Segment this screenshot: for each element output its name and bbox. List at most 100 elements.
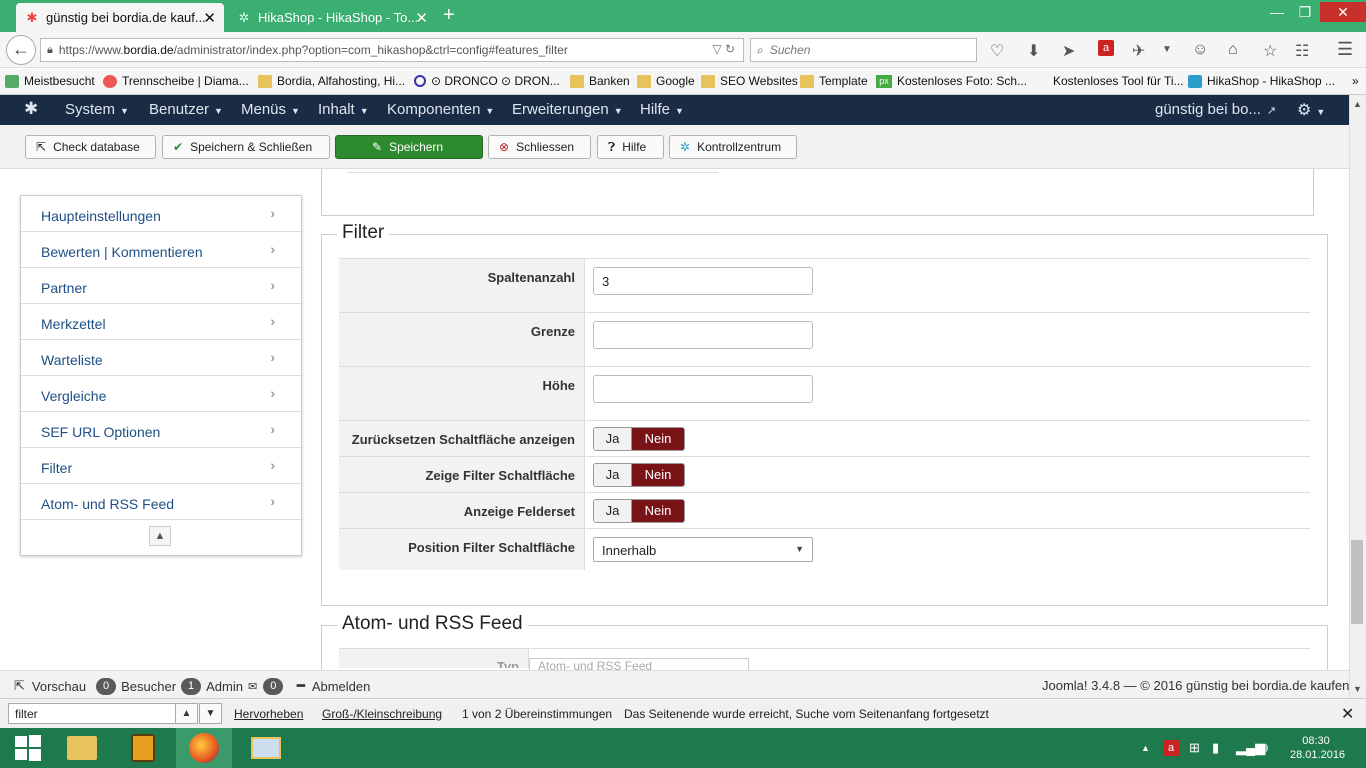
- menu-hilfe[interactable]: Hilfe ▼: [640, 101, 684, 118]
- scroll-down-arrow-icon[interactable]: ▼: [1353, 684, 1362, 694]
- bookmark-item[interactable]: px Kostenloses Foto: Sch...: [876, 74, 1027, 88]
- scroll-top-icon[interactable]: ▲: [149, 526, 171, 546]
- logout-link[interactable]: ━ Abmelden: [297, 678, 370, 694]
- send-icon[interactable]: ➤: [1062, 41, 1075, 61]
- menu-system[interactable]: System ▼: [65, 101, 129, 118]
- bookmark-item[interactable]: Template: [800, 74, 868, 88]
- minimize-icon[interactable]: —: [1262, 2, 1292, 22]
- folder-icon: [701, 74, 715, 88]
- match-case-toggle[interactable]: Groß-/Kleinschreibung: [322, 707, 442, 721]
- show-button-no-button[interactable]: Nein: [632, 464, 684, 486]
- joomla-logo-icon[interactable]: ✱: [24, 99, 38, 119]
- window-close-icon[interactable]: ✕: [1320, 2, 1366, 22]
- control-panel-button[interactable]: ✲ Kontrollzentrum: [669, 135, 797, 159]
- home-icon[interactable]: ⌂: [1228, 41, 1238, 59]
- divider: [347, 169, 718, 173]
- limit-input[interactable]: [593, 321, 813, 349]
- search-input[interactable]: ⌕ Suchen: [750, 38, 977, 62]
- sidebar-item-filter[interactable]: Filter ›: [21, 448, 301, 484]
- messages-status[interactable]: ✉ 0: [248, 678, 288, 695]
- bookmark-item[interactable]: Kostenloses Tool für Ti...: [1034, 74, 1184, 88]
- find-next-icon[interactable]: ▼: [199, 703, 222, 724]
- new-tab-icon[interactable]: +: [443, 4, 455, 27]
- reload-icon[interactable]: ▽ ↻: [712, 42, 735, 56]
- menu-inhalt[interactable]: Inhalt ▼: [318, 101, 369, 118]
- sidebar-item-rss[interactable]: Atom- und RSS Feed ›: [21, 484, 301, 520]
- find-input[interactable]: filter: [8, 703, 176, 724]
- remote-desktop-icon[interactable]: [238, 728, 294, 768]
- bookmark-item[interactable]: Google: [637, 74, 695, 88]
- taskbar-clock[interactable]: 08:30 28.01.2016: [1290, 734, 1345, 762]
- preview-link[interactable]: ⇱ Vorschau: [14, 678, 86, 694]
- sidebar-item-sef[interactable]: SEF URL Optionen ›: [21, 412, 301, 448]
- reset-no-button[interactable]: Nein: [632, 428, 684, 450]
- show-button-yes-button[interactable]: Ja: [594, 464, 632, 486]
- bookmark-item[interactable]: ⊙ DRONCO ⊙ DRON...: [414, 74, 560, 88]
- help-button[interactable]: ❓︎ Hilfe: [597, 135, 664, 159]
- height-input[interactable]: [593, 375, 813, 403]
- tab-bordia[interactable]: ✱ günstig bei bordia.de kauf... ✕: [16, 3, 224, 32]
- url-bar[interactable]: 🔒︎ https://www. bordia.de/administrator/i…: [40, 38, 744, 62]
- menu-komponenten[interactable]: Komponenten ▼: [387, 101, 494, 118]
- speaker-icon[interactable]: 🔊︎: [1260, 740, 1268, 756]
- close-button[interactable]: ⊗ Schliessen: [488, 135, 591, 159]
- pdf-tray-icon[interactable]: a: [1163, 740, 1179, 756]
- fieldset-yes-button[interactable]: Ja: [594, 500, 632, 522]
- find-previous-icon[interactable]: ▲: [175, 703, 198, 724]
- battery-icon[interactable]: ▮: [1212, 740, 1219, 756]
- scroll-up-arrow-icon[interactable]: ▲: [1353, 99, 1362, 109]
- sidebar-item-merkzettel[interactable]: Merkzettel ›: [21, 304, 301, 340]
- save-close-button[interactable]: ✔ Speichern & Schließen: [162, 135, 330, 159]
- pocket-icon[interactable]: ♡: [990, 41, 1004, 61]
- caret-down-icon: ▼: [120, 106, 129, 116]
- check-database-button[interactable]: ⇱ Check database: [25, 135, 156, 159]
- rss-type-select[interactable]: Atom- und RSS Feed: [529, 658, 749, 670]
- windows-start-icon[interactable]: [0, 728, 56, 768]
- menu-menus[interactable]: Menüs ▼: [241, 101, 300, 118]
- chevron-right-icon[interactable]: »: [1352, 74, 1359, 88]
- gear-icon[interactable]: ⚙ ▼: [1297, 100, 1325, 120]
- bookmark-item[interactable]: HikaShop - HikaShop ...: [1188, 74, 1335, 88]
- download-icon[interactable]: ⬇: [1027, 41, 1040, 61]
- bookmark-item[interactable]: Trennscheibe | Diama...: [103, 74, 249, 88]
- bookmark-item[interactable]: Meistbesucht: [5, 74, 95, 88]
- sidebar-item-vergleiche[interactable]: Vergleiche ›: [21, 376, 301, 412]
- highlight-toggle[interactable]: Hervorheben: [234, 707, 303, 721]
- columns-input[interactable]: 3: [593, 267, 813, 295]
- position-select[interactable]: Innerhalb ▼: [593, 537, 813, 562]
- menu-erweiterungen[interactable]: Erweiterungen ▼: [512, 101, 623, 118]
- site-link[interactable]: günstig bei bo... ↗: [1155, 101, 1276, 118]
- reset-label: Zurücksetzen Schaltfläche anzeigen: [339, 421, 585, 456]
- limit-label: Grenze: [339, 313, 585, 366]
- close-icon[interactable]: ✕: [203, 9, 216, 27]
- bookmark-item[interactable]: Bordia, Alfahosting, Hi...: [258, 74, 405, 88]
- notes-app-icon[interactable]: [115, 728, 171, 768]
- back-arrow-icon[interactable]: ←: [6, 35, 36, 65]
- pdf-icon[interactable]: a: [1098, 40, 1114, 56]
- chevron-down-icon[interactable]: ▼: [1162, 44, 1172, 55]
- save-button[interactable]: ✎ Speichern: [335, 135, 483, 159]
- menu-benutzer[interactable]: Benutzer ▼: [149, 101, 223, 118]
- scrollbar-thumb[interactable]: [1351, 540, 1363, 624]
- star-icon[interactable]: ☆: [1263, 41, 1277, 61]
- tab-hikashop[interactable]: ✲ HikaShop - HikaShop - To... ✕: [228, 3, 436, 32]
- firefox-icon[interactable]: [176, 728, 232, 768]
- maximize-icon[interactable]: ❐: [1290, 2, 1320, 22]
- reading-list-icon[interactable]: ☷: [1295, 41, 1309, 61]
- fieldset-no-button[interactable]: Nein: [632, 500, 684, 522]
- windows-icon[interactable]: ⊞: [1189, 740, 1200, 756]
- close-icon[interactable]: ✕: [415, 9, 428, 27]
- bookmark-item[interactable]: Banken: [570, 74, 630, 88]
- file-explorer-icon[interactable]: [54, 728, 110, 768]
- sidebar-item-haupteinstellungen[interactable]: Haupteinstellungen ›: [21, 196, 301, 232]
- sidebar-item-warteliste[interactable]: Warteliste ›: [21, 340, 301, 376]
- menu-icon[interactable]: ☰: [1337, 39, 1353, 60]
- chat-icon[interactable]: ☺: [1192, 41, 1208, 59]
- sidebar-item-bewerten[interactable]: Bewerten | Kommentieren ›: [21, 232, 301, 268]
- bookmark-item[interactable]: SEO Websites: [701, 74, 798, 88]
- extension-icon[interactable]: ✈: [1132, 41, 1145, 61]
- close-icon[interactable]: ✕: [1341, 704, 1354, 724]
- tray-expand-icon[interactable]: ▲: [1141, 743, 1150, 753]
- sidebar-item-partner[interactable]: Partner ›: [21, 268, 301, 304]
- reset-yes-button[interactable]: Ja: [594, 428, 632, 450]
